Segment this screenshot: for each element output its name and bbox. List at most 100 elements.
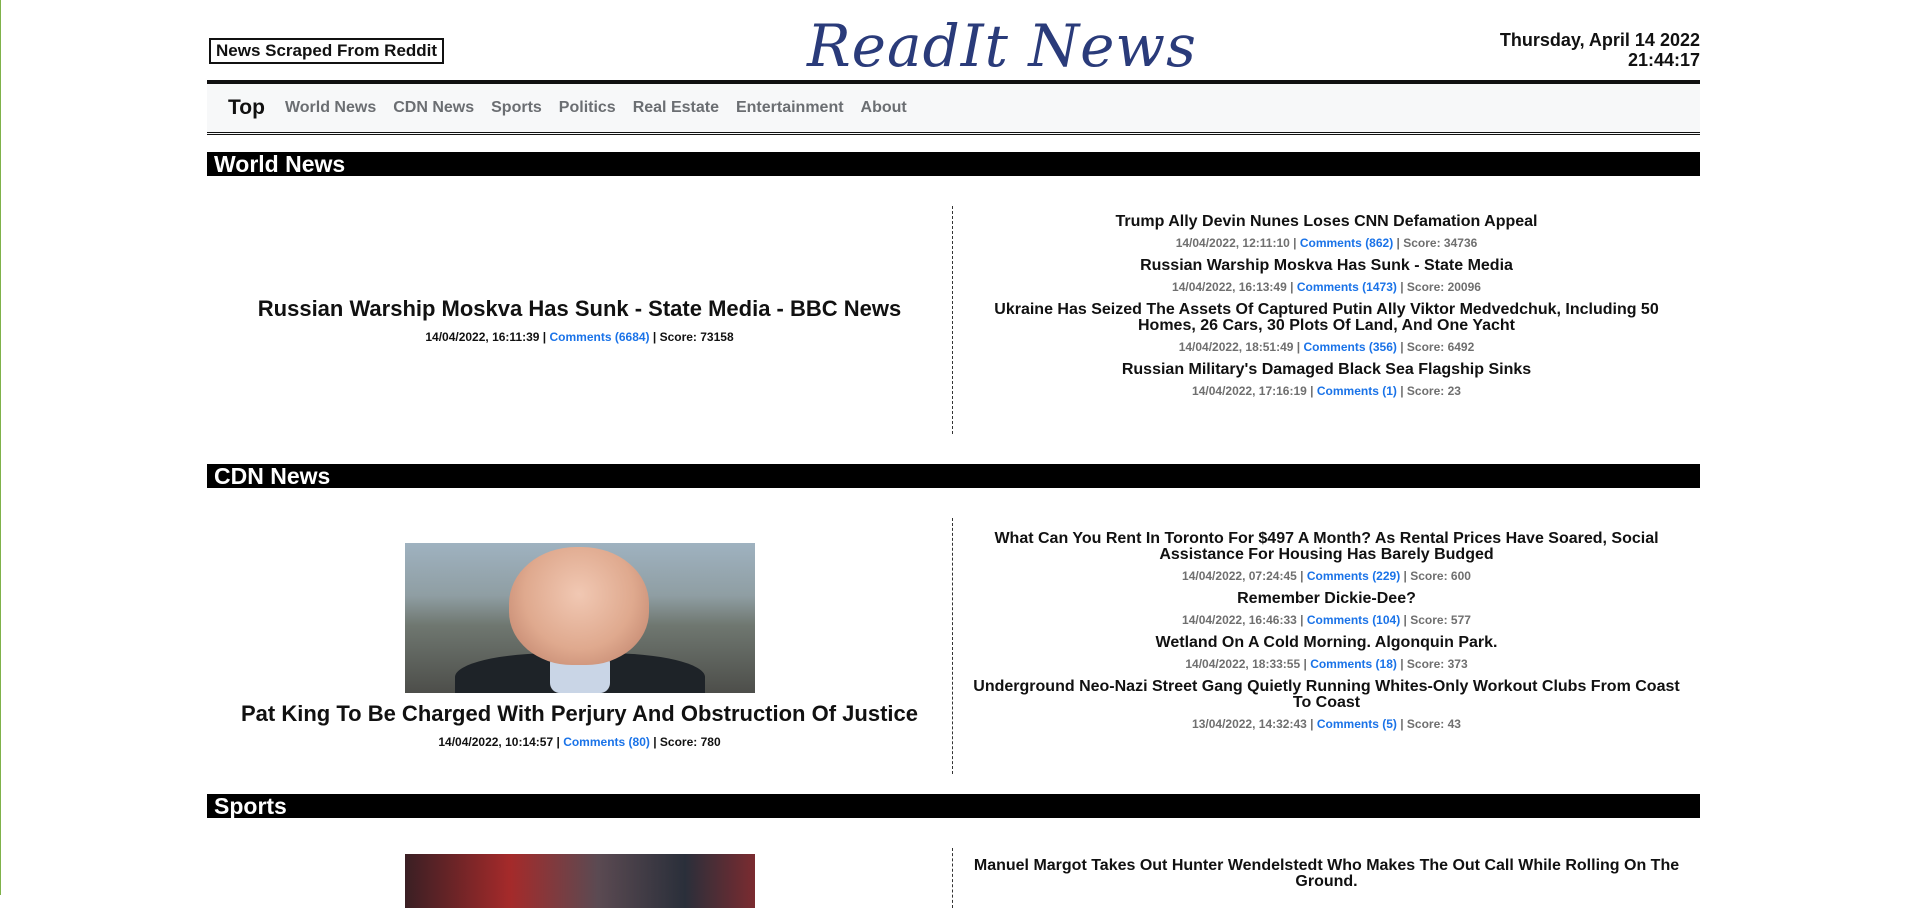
story-meta: 14/04/2022, 16:13:49 | Comments (1473) |… bbox=[953, 280, 1700, 294]
story-score: Score: 600 bbox=[1410, 569, 1471, 583]
meta-separator: | bbox=[1400, 717, 1404, 731]
site-tagline: News Scraped From Reddit bbox=[209, 38, 445, 64]
meta-separator: | bbox=[1310, 717, 1314, 731]
story-title[interactable]: Trump Ally Devin Nunes Loses CNN Defamat… bbox=[953, 214, 1700, 230]
comments-link[interactable]: Comments (18) bbox=[1310, 657, 1397, 671]
nav-link-sports[interactable]: Sports bbox=[491, 99, 542, 117]
nav-link-real-estate[interactable]: Real Estate bbox=[633, 99, 719, 117]
meta-separator: | bbox=[556, 735, 560, 749]
story-date: 14/04/2022, 10:14:57 bbox=[438, 735, 554, 749]
story-score: Score: 73158 bbox=[659, 330, 734, 344]
list-item: Remember Dickie-Dee? 14/04/2022, 16:46:3… bbox=[953, 591, 1700, 628]
photo-face bbox=[508, 547, 649, 665]
section-cdn-news: Pat King To Be Charged With Perjury And … bbox=[207, 518, 1700, 774]
lead-story bbox=[207, 848, 952, 908]
site-logo[interactable]: ReadIt News bbox=[807, 14, 1197, 78]
story-meta: 14/04/2022, 18:33:55 | Comments (18) | S… bbox=[953, 657, 1700, 671]
story-date: 14/04/2022, 18:33:55 bbox=[1185, 657, 1301, 671]
story-title[interactable]: Russian Warship Moskva Has Sunk - State … bbox=[953, 258, 1700, 274]
story-title[interactable]: Remember Dickie-Dee? bbox=[953, 591, 1700, 607]
masthead: News Scraped From Reddit ReadIt News Thu… bbox=[207, 0, 1700, 80]
lead-story-title[interactable]: Russian Warship Moskva Has Sunk - State … bbox=[258, 296, 901, 322]
story-meta: 14/04/2022, 07:24:45 | Comments (229) | … bbox=[953, 569, 1700, 583]
side-stories: What Can You Rent In Toronto For $497 A … bbox=[953, 518, 1700, 774]
meta-separator: | bbox=[1396, 236, 1400, 250]
meta-separator: | bbox=[1296, 340, 1301, 354]
comments-link[interactable]: Comments (862) bbox=[1300, 236, 1393, 250]
side-stories: Trump Ally Devin Nunes Loses CNN Defamat… bbox=[953, 206, 1700, 434]
meta-separator: | bbox=[1290, 280, 1294, 294]
comments-link[interactable]: Comments (80) bbox=[563, 735, 650, 749]
meta-separator: | bbox=[1300, 569, 1304, 583]
nav-brand-top[interactable]: Top bbox=[228, 96, 265, 120]
story-title[interactable]: Underground Neo-Nazi Street Gang Quietly… bbox=[953, 679, 1700, 711]
comments-link[interactable]: Comments (1) bbox=[1317, 384, 1397, 398]
story-date: 14/04/2022, 16:11:39 bbox=[425, 330, 540, 344]
story-score: Score: 23 bbox=[1406, 384, 1461, 398]
section-header-sports: Sports bbox=[207, 794, 1700, 818]
nav-link-world-news[interactable]: World News bbox=[285, 99, 376, 117]
story-meta: 14/04/2022, 16:46:33 | Comments (104) | … bbox=[953, 613, 1700, 627]
story-score: Score: 780 bbox=[659, 735, 721, 749]
nav-link-cdn-news[interactable]: CDN News bbox=[393, 99, 474, 117]
section-world-news: Russian Warship Moskva Has Sunk - State … bbox=[207, 206, 1700, 434]
story-meta: 14/04/2022, 17:16:19 | Comments (1) | Sc… bbox=[953, 384, 1700, 398]
story-date: 14/04/2022, 07:24:45 bbox=[1182, 569, 1297, 583]
nav-link-entertainment[interactable]: Entertainment bbox=[736, 99, 844, 117]
meta-separator: | bbox=[542, 330, 547, 344]
story-title[interactable]: Ukraine Has Seized The Assets Of Capture… bbox=[953, 302, 1700, 334]
list-item: Russian Warship Moskva Has Sunk - State … bbox=[953, 258, 1700, 295]
story-score: Score: 43 bbox=[1406, 717, 1461, 731]
comments-link[interactable]: Comments (1473) bbox=[1297, 280, 1397, 294]
meta-separator: | bbox=[1303, 657, 1307, 671]
meta-separator: | bbox=[1403, 569, 1407, 583]
list-item: What Can You Rent In Toronto For $497 A … bbox=[953, 531, 1700, 584]
story-date: 14/04/2022, 12:11:10 bbox=[1175, 236, 1290, 250]
current-date: Thursday, April 14 2022 bbox=[1499, 30, 1700, 50]
lead-story-meta: 14/04/2022, 16:11:39 | Comments (6684) |… bbox=[425, 330, 733, 344]
meta-separator: | bbox=[1400, 384, 1404, 398]
comments-link[interactable]: Comments (5) bbox=[1317, 717, 1397, 731]
list-item: Underground Neo-Nazi Street Gang Quietly… bbox=[953, 679, 1700, 732]
meta-separator: | bbox=[1293, 236, 1297, 250]
meta-separator: | bbox=[1400, 280, 1404, 294]
nav-link-politics[interactable]: Politics bbox=[559, 99, 616, 117]
section-header-cdn-news: CDN News bbox=[207, 464, 1700, 488]
story-date: 14/04/2022, 17:16:19 bbox=[1192, 384, 1307, 398]
page-container: News Scraped From Reddit ReadIt News Thu… bbox=[207, 0, 1700, 908]
story-date: 14/04/2022, 16:13:49 bbox=[1172, 280, 1287, 294]
list-item: Ukraine Has Seized The Assets Of Capture… bbox=[953, 302, 1700, 355]
story-title[interactable]: Wetland On A Cold Morning. Algonquin Par… bbox=[953, 635, 1700, 651]
story-score: Score: 20096 bbox=[1406, 280, 1481, 294]
lead-story-image[interactable] bbox=[404, 854, 755, 908]
comments-link[interactable]: Comments (356) bbox=[1304, 340, 1397, 354]
list-item: Manuel Margot Takes Out Hunter Wendelste… bbox=[953, 858, 1700, 890]
comments-link[interactable]: Comments (229) bbox=[1307, 569, 1400, 583]
section-sports: Manuel Margot Takes Out Hunter Wendelste… bbox=[207, 848, 1700, 908]
meta-separator: | bbox=[652, 330, 657, 344]
story-title[interactable]: Manuel Margot Takes Out Hunter Wendelste… bbox=[953, 858, 1700, 890]
date-time: Thursday, April 14 2022 21:44:17 bbox=[1500, 30, 1700, 70]
story-meta: 13/04/2022, 14:32:43 | Comments (5) | Sc… bbox=[953, 717, 1700, 731]
meta-separator: | bbox=[1400, 657, 1404, 671]
story-score: Score: 577 bbox=[1410, 613, 1471, 627]
story-meta: 14/04/2022, 12:11:10 | Comments (862) | … bbox=[953, 236, 1700, 250]
story-date: 13/04/2022, 14:32:43 bbox=[1192, 717, 1307, 731]
comments-link[interactable]: Comments (6684) bbox=[550, 330, 650, 344]
list-item: Trump Ally Devin Nunes Loses CNN Defamat… bbox=[953, 214, 1700, 251]
story-title[interactable]: What Can You Rent In Toronto For $497 A … bbox=[953, 531, 1700, 563]
current-time: 21:44:17 bbox=[1627, 50, 1700, 70]
meta-separator: | bbox=[1300, 613, 1304, 627]
story-score: Score: 34736 bbox=[1403, 236, 1478, 250]
nav-link-about[interactable]: About bbox=[861, 99, 907, 117]
lead-story-meta: 14/04/2022, 10:14:57 | Comments (80) | S… bbox=[438, 735, 720, 749]
list-item: Wetland On A Cold Morning. Algonquin Par… bbox=[953, 635, 1700, 672]
lead-story-image[interactable] bbox=[404, 543, 755, 693]
lead-story: Pat King To Be Charged With Perjury And … bbox=[207, 518, 952, 774]
meta-separator: | bbox=[1403, 613, 1407, 627]
lead-story-title[interactable]: Pat King To Be Charged With Perjury And … bbox=[241, 701, 918, 727]
comments-link[interactable]: Comments (104) bbox=[1307, 613, 1400, 627]
story-title[interactable]: Russian Military's Damaged Black Sea Fla… bbox=[953, 362, 1700, 378]
story-date: 14/04/2022, 16:46:33 bbox=[1182, 613, 1297, 627]
main-nav: Top World News CDN News Sports Politics … bbox=[207, 84, 1700, 135]
